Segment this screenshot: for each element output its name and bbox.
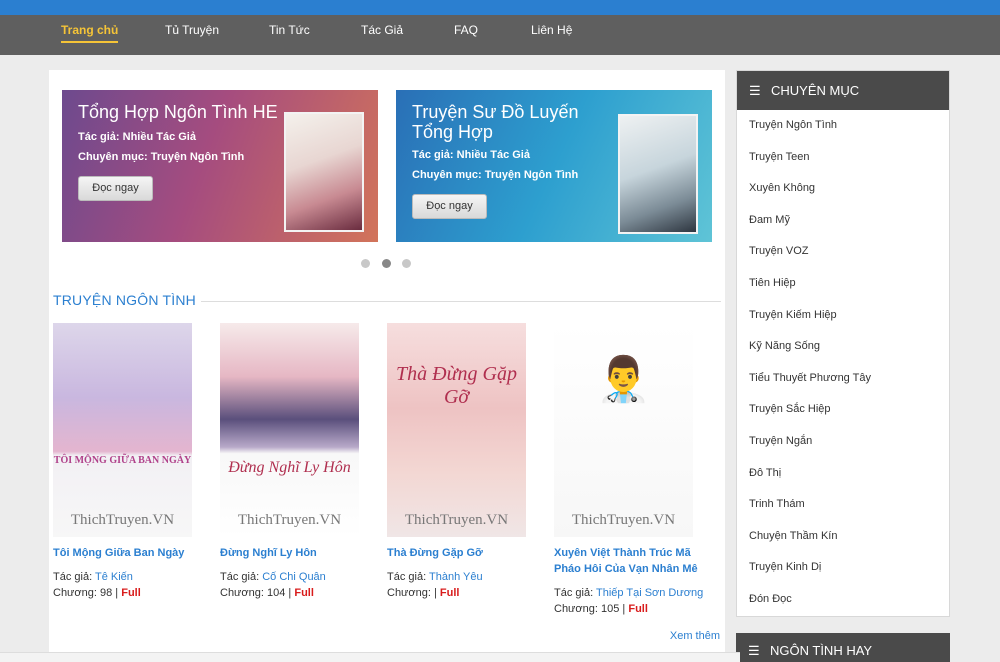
sidebar-item-kinh-di[interactable]: Truyện Kinh Dị	[737, 552, 949, 584]
book-title-link[interactable]: Thà Đừng Gặp Gỡ	[387, 545, 552, 561]
sidebar-item-teen[interactable]: Truyện Teen	[737, 142, 949, 174]
sidebar-item-tien-hiep[interactable]: Tiên Hiệp	[737, 268, 949, 300]
book-cover[interactable]: Thà Đừng Gặp Gỡ ThichTruyen.VN	[387, 323, 526, 537]
status-badge: Full	[439, 587, 460, 599]
book-chapter-line: Chương: 105 | Full	[554, 603, 648, 615]
book-title-link[interactable]: Xuyên Việt Thành Trúc Mã Pháo Hôi Của Vạ…	[554, 545, 719, 577]
sidebar-title: CHUYÊN MỤC	[771, 83, 860, 98]
sidebar-header: ☰ CHUYÊN MỤC	[737, 71, 949, 110]
cover-watermark: ThichTruyen.VN	[404, 512, 509, 528]
menu-icon: ☰	[749, 83, 761, 98]
cover-watermark: ThichTruyen.VN	[571, 512, 676, 528]
chapter-count: 98	[100, 587, 113, 599]
author-label: Tác giả:	[53, 571, 93, 583]
top-color-bar	[0, 0, 1000, 15]
nav-home[interactable]: Trang chủ	[61, 15, 119, 55]
section-divider	[201, 301, 721, 302]
book-author-link[interactable]: Tê Kiến	[95, 571, 133, 583]
sidebar-item-ky-nang-song[interactable]: Kỹ Năng Sống	[737, 331, 949, 363]
sidebar-item-sac-hiep[interactable]: Truyện Sắc Hiệp	[737, 394, 949, 426]
sidebar-item-xuyen-khong[interactable]: Xuyên Không	[737, 173, 949, 205]
chapter-count: 105	[601, 603, 620, 615]
book-chapter-line: Chương: | Full	[387, 587, 460, 599]
book-title-link[interactable]: Tôi Mộng Giữa Ban Ngày	[53, 545, 218, 561]
chapter-label: Chương:	[554, 603, 598, 615]
author-label: Tác giả:	[387, 571, 427, 583]
cover-watermark: ThichTruyen.VN	[237, 512, 342, 528]
slide-category: Chuyên mục: Truyện Ngôn Tình	[78, 151, 245, 163]
status-badge: Full	[121, 587, 141, 599]
nav-authors[interactable]: Tác Giả	[361, 15, 403, 55]
main-content: Tổng Hợp Ngôn Tình HE Tác giả: Nhiều Tác…	[49, 70, 725, 662]
sidebar-item-kiem-hiep[interactable]: Truyện Kiếm Hiệp	[737, 300, 949, 332]
sidebar-item-ngon-tinh[interactable]: Truyện Ngôn Tình	[737, 110, 949, 142]
slide-title[interactable]: Tổng Hợp Ngôn Tình HE	[78, 102, 288, 122]
cover-title-text: Thà Đừng Gặp Gỡ	[396, 363, 517, 408]
sidebar-item-voz[interactable]: Truyện VOZ	[737, 236, 949, 268]
slide-cover-image[interactable]	[284, 112, 364, 232]
book-chapter-line: Chương: 98 | Full	[53, 587, 141, 599]
book-author-link[interactable]: Thiếp Tại Sơn Dương	[596, 587, 703, 599]
cover-illustration: 👨‍⚕️	[596, 355, 651, 404]
author-label: Tác giả:	[220, 571, 260, 583]
nav-faq[interactable]: FAQ	[454, 15, 478, 55]
see-more-link[interactable]: Xem thêm	[670, 630, 720, 642]
section-title[interactable]: TRUYỆN NGÔN TÌNH	[53, 292, 196, 308]
read-now-button[interactable]: Đọc ngay	[412, 194, 487, 219]
cover-title-text: TÔI MỘNG GIỮA BAN NGÀY	[53, 455, 192, 466]
book-cover[interactable]: Đừng Nghĩ Ly Hôn ThichTruyen.VN	[220, 323, 359, 537]
book-author-line: Tác giả: Thiếp Tại Sơn Dương	[554, 585, 703, 601]
sidebar-item-tham-kin[interactable]: Chuyện Thầm Kín	[737, 521, 949, 553]
chapter-label: Chương:	[53, 587, 97, 599]
nav-news[interactable]: Tin Tức	[269, 15, 310, 55]
sidebar-item-don-doc[interactable]: Đón Đọc	[737, 584, 949, 616]
nav-bookshelf[interactable]: Tủ Truyện	[165, 15, 219, 55]
book-author-line: Tác giả: Thành Yêu	[387, 569, 483, 585]
bottom-strip	[0, 652, 740, 662]
slider-dot-active[interactable]	[382, 259, 391, 268]
book-author-link[interactable]: Cố Chi Quân	[262, 571, 326, 583]
slider-dot[interactable]	[361, 259, 370, 268]
book-cover[interactable]: TÔI MỘNG GIỮA BAN NGÀY ThichTruyen.VN	[53, 323, 192, 537]
book-title-link[interactable]: Đừng Nghĩ Ly Hôn	[220, 545, 385, 561]
status-badge: Full	[294, 587, 314, 599]
read-now-button[interactable]: Đọc ngay	[78, 176, 153, 201]
sidebar-title-2: NGÔN TÌNH HAY	[770, 643, 873, 658]
chapter-count: 104	[267, 587, 286, 599]
slide-cover-image[interactable]	[618, 114, 698, 234]
sidebar-item-truyen-ngan[interactable]: Truyện Ngắn	[737, 426, 949, 458]
slide-title[interactable]: Truyện Sư Đồ Luyến Tổng Hợp	[412, 102, 622, 142]
slide-category: Chuyên mục: Truyện Ngôn Tình	[412, 169, 579, 181]
book-author-line: Tác giả: Tê Kiến	[53, 569, 133, 585]
featured-slide[interactable]: Truyện Sư Đồ Luyến Tổng Hợp Tác giả: Nhi…	[396, 90, 712, 242]
slide-author: Tác giả: Nhiều Tác Giả	[78, 131, 196, 143]
main-nav: Trang chủ Tủ Truyện Tin Tức Tác Giả FAQ …	[0, 15, 1000, 55]
sidebar-item-trinh-tham[interactable]: Trinh Thám	[737, 489, 949, 521]
sidebar-item-do-thi[interactable]: Đô Thị	[737, 458, 949, 490]
sidebar-header-2: ☰ NGÔN TÌNH HAY	[736, 633, 950, 662]
slider-dot[interactable]	[402, 259, 411, 268]
book-author-line: Tác giả: Cố Chi Quân	[220, 569, 326, 585]
sidebar-item-phuong-tay[interactable]: Tiểu Thuyết Phương Tây	[737, 363, 949, 395]
featured-slide[interactable]: Tổng Hợp Ngôn Tình HE Tác giả: Nhiều Tác…	[62, 90, 378, 242]
book-chapter-line: Chương: 104 | Full	[220, 587, 314, 599]
menu-icon: ☰	[748, 643, 760, 658]
author-label: Tác giả:	[554, 587, 594, 599]
chapter-label: Chương:	[220, 587, 264, 599]
nav-contact[interactable]: Liên Hệ	[531, 15, 572, 55]
slide-author: Tác giả: Nhiều Tác Giả	[412, 149, 530, 161]
cover-title-text: Đừng Nghĩ Ly Hôn	[228, 459, 351, 476]
book-cover[interactable]: 👨‍⚕️ ThichTruyen.VN	[554, 323, 693, 537]
book-author-link[interactable]: Thành Yêu	[429, 571, 483, 583]
chapter-label: Chương:	[387, 587, 431, 599]
status-badge: Full	[628, 603, 648, 615]
sidebar-item-dam-my[interactable]: Đam Mỹ	[737, 205, 949, 237]
cover-watermark: ThichTruyen.VN	[70, 512, 175, 528]
category-sidebar: ☰ CHUYÊN MỤC Truyện Ngôn Tình Truyện Teen…	[736, 70, 950, 617]
